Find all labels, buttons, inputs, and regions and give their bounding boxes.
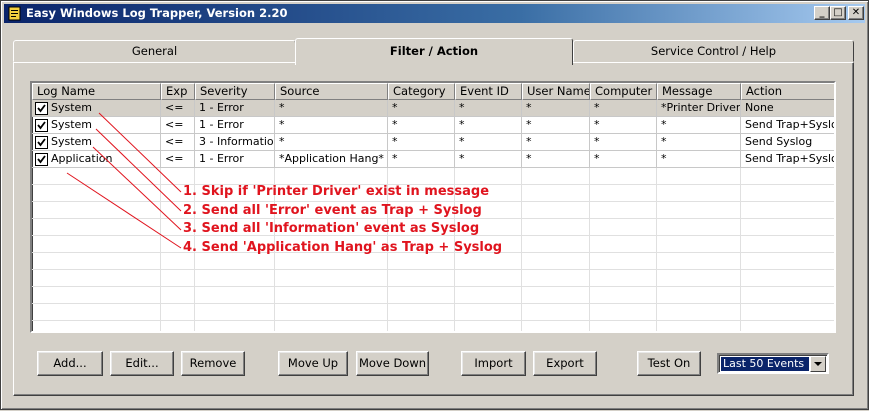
edit-button[interactable]: Edit... bbox=[110, 351, 174, 376]
severity-cell: 1 - Error bbox=[195, 117, 275, 134]
annotation-3: 3. Send all 'Information' event as Syslo… bbox=[183, 221, 480, 236]
check-icon bbox=[37, 155, 46, 164]
event-id-cell: * bbox=[455, 134, 522, 151]
message-cell: *Printer Driver* bbox=[657, 100, 741, 117]
check-icon bbox=[37, 138, 46, 147]
message-cell: * bbox=[657, 151, 741, 168]
source-cell: *Application Hang* bbox=[275, 151, 388, 168]
move-up-button[interactable]: Move Up bbox=[278, 351, 348, 376]
computer-cell: * bbox=[590, 100, 657, 117]
close-button[interactable]: ✕ bbox=[848, 6, 864, 20]
column-header-exp[interactable]: Exp bbox=[161, 83, 195, 100]
dropdown-button[interactable] bbox=[810, 356, 826, 372]
user-name-cell: * bbox=[522, 117, 590, 134]
window-title: Easy Windows Log Trapper, Version 2.20 bbox=[26, 6, 288, 20]
annotation-4: 4. Send 'Application Hang' as Trap + Sys… bbox=[183, 240, 503, 255]
log-name-cell: Application bbox=[32, 151, 161, 168]
check-icon bbox=[37, 104, 46, 113]
severity-cell: 1 - Error bbox=[195, 151, 275, 168]
tab-filter-action[interactable]: Filter / Action bbox=[295, 38, 573, 65]
exp-cell: <= bbox=[161, 134, 195, 151]
exp-cell: <= bbox=[161, 151, 195, 168]
event-id-cell: * bbox=[455, 117, 522, 134]
annotation-2: 2. Send all 'Error' event as Trap + Sysl… bbox=[183, 203, 482, 218]
column-header-log-name[interactable]: Log Name bbox=[32, 83, 161, 100]
minimize-icon: _ bbox=[819, 7, 825, 18]
column-header-user-name[interactable]: User Name bbox=[522, 83, 590, 100]
exp-cell: <= bbox=[161, 117, 195, 134]
remove-button[interactable]: Remove bbox=[181, 351, 245, 376]
log-name-cell: System bbox=[32, 100, 161, 117]
column-header-action[interactable]: Action bbox=[741, 83, 834, 100]
close-icon: ✕ bbox=[851, 7, 861, 18]
message-cell: * bbox=[657, 134, 741, 151]
minimize-button[interactable]: _ bbox=[814, 6, 830, 20]
list-header: Log Name Exp Severity Source Category Ev… bbox=[32, 83, 834, 100]
check-icon bbox=[37, 121, 46, 130]
row-checkbox[interactable] bbox=[35, 136, 48, 149]
computer-cell: * bbox=[590, 151, 657, 168]
trap-app-icon bbox=[8, 6, 21, 21]
events-select-value: Last 50 Events bbox=[721, 357, 809, 371]
log-name-cell: System bbox=[32, 117, 161, 134]
tab-service-control-help[interactable]: Service Control / Help bbox=[573, 40, 854, 62]
tab-label: Filter / Action bbox=[389, 44, 479, 58]
source-cell: * bbox=[275, 134, 388, 151]
column-header-category[interactable]: Category bbox=[388, 83, 455, 100]
category-cell: * bbox=[388, 100, 455, 117]
category-cell: * bbox=[388, 134, 455, 151]
chevron-down-icon bbox=[814, 362, 822, 366]
import-button[interactable]: Import bbox=[461, 351, 526, 376]
message-cell: * bbox=[657, 117, 741, 134]
tab-general[interactable]: General bbox=[13, 40, 296, 62]
log-name-text: System bbox=[51, 101, 93, 114]
column-header-severity[interactable]: Severity bbox=[195, 83, 275, 100]
tab-label: General bbox=[131, 44, 178, 58]
row-checkbox[interactable] bbox=[35, 153, 48, 166]
column-header-message[interactable]: Message bbox=[657, 83, 741, 100]
action-cell: Send Trap+Syslog bbox=[741, 151, 834, 168]
table-row[interactable]: System <= 1 - Error * * * * * *Printer D… bbox=[32, 100, 834, 117]
category-cell: * bbox=[388, 117, 455, 134]
column-header-computer[interactable]: Computer bbox=[590, 83, 657, 100]
row-checkbox[interactable] bbox=[35, 119, 48, 132]
severity-cell: 3 - Information bbox=[195, 134, 275, 151]
row-checkbox[interactable] bbox=[35, 102, 48, 115]
user-name-cell: * bbox=[522, 151, 590, 168]
user-name-cell: * bbox=[522, 100, 590, 117]
source-cell: * bbox=[275, 100, 388, 117]
add-button[interactable]: Add... bbox=[37, 351, 103, 376]
category-cell: * bbox=[388, 151, 455, 168]
user-name-cell: * bbox=[522, 134, 590, 151]
test-on-button[interactable]: Test On bbox=[637, 351, 701, 376]
maximize-button[interactable]: □ bbox=[830, 6, 846, 20]
source-cell: * bbox=[275, 117, 388, 134]
log-name-text: Application bbox=[51, 152, 113, 165]
table-row[interactable]: System <= 3 - Information * * * * * * Se… bbox=[32, 134, 834, 151]
action-cell: Send Trap+Syslog bbox=[741, 117, 834, 134]
computer-cell: * bbox=[590, 134, 657, 151]
computer-cell: * bbox=[590, 117, 657, 134]
log-name-text: System bbox=[51, 118, 93, 131]
severity-cell: 1 - Error bbox=[195, 100, 275, 117]
main-window: Easy Windows Log Trapper, Version 2.20 _… bbox=[0, 0, 869, 410]
table-row[interactable]: Application <= 1 - Error *Application Ha… bbox=[32, 151, 834, 168]
events-select[interactable]: Last 50 Events bbox=[717, 353, 829, 374]
action-cell: Send Syslog bbox=[741, 134, 834, 151]
move-down-button[interactable]: Move Down bbox=[356, 351, 429, 376]
table-row[interactable]: System <= 1 - Error * * * * * * Send Tra… bbox=[32, 117, 834, 134]
annotation-1: 1. Skip if 'Printer Driver' exist in mes… bbox=[183, 184, 490, 199]
event-id-cell: * bbox=[455, 100, 522, 117]
title-bar[interactable]: Easy Windows Log Trapper, Version 2.20 _… bbox=[4, 4, 865, 23]
exp-cell: <= bbox=[161, 100, 195, 117]
export-button[interactable]: Export bbox=[533, 351, 597, 376]
column-header-source[interactable]: Source bbox=[275, 83, 388, 100]
tab-label: Service Control / Help bbox=[650, 44, 777, 58]
log-name-text: System bbox=[51, 135, 93, 148]
log-name-cell: System bbox=[32, 134, 161, 151]
maximize-icon: □ bbox=[833, 7, 843, 18]
column-header-event-id[interactable]: Event ID bbox=[455, 83, 522, 100]
action-cell: None bbox=[741, 100, 834, 117]
event-id-cell: * bbox=[455, 151, 522, 168]
